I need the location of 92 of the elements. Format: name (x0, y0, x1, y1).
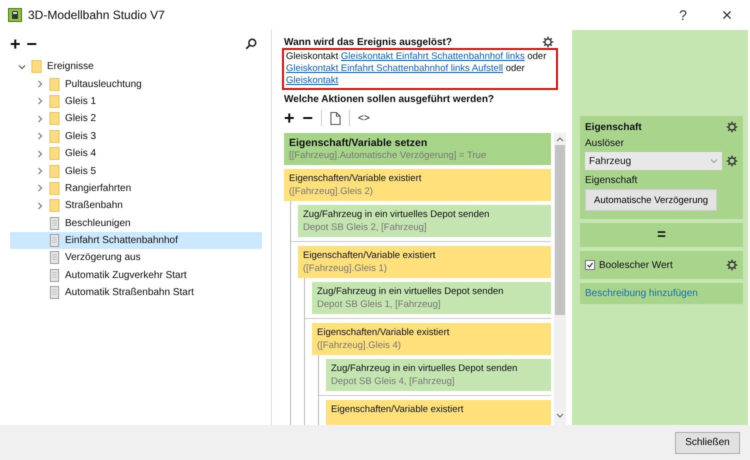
action-title: Eigenschaften/Variable existiert (331, 404, 464, 415)
tree-item[interactable]: Ereignisse (10, 58, 262, 76)
scroll-down-icon[interactable] (556, 413, 564, 419)
action-detail: Depot SB Gleis 1, [Fahrzeug] (317, 299, 442, 310)
action-detail: Depot SB Gleis 2, [Fahrzeug] (303, 222, 428, 233)
set-variable-action[interactable]: Eigenschaft/Variable setzen [[Fahrzeug].Automatische Verzögerung] = True (284, 133, 551, 165)
document-icon (49, 216, 60, 230)
property-label: Eigenschaft (585, 175, 638, 186)
add-button[interactable]: + (10, 35, 21, 53)
send-to-depot-action[interactable]: Zug/Fahrzeug in ein virtuelles Depot senden Depot SB Gleis 2, [Fahrzeug] (298, 205, 551, 237)
tree-item[interactable]: Gleis 1 (10, 92, 262, 110)
chevron-icon[interactable] (36, 114, 44, 123)
action-title: Eigenschaft/Variable setzen (289, 137, 428, 149)
folder-icon (49, 164, 60, 178)
contact-link[interactable]: Gleiskontakt Einfahrt Schattenbahnhof links Aufstell (286, 63, 504, 74)
action-title: Eigenschaften/Variable existiert (303, 250, 436, 261)
action-detail: Depot SB Gleis 4, [Fahrzeug] (331, 376, 456, 387)
document-icon (49, 234, 60, 248)
close-button[interactable]: Schließen (675, 432, 740, 454)
condition-action[interactable]: Eigenschaften/Variable existiert ([Fahrzeug].Gleis 4) (312, 323, 551, 355)
chevron-icon[interactable] (36, 97, 44, 106)
folder-icon (49, 199, 60, 212)
close-button[interactable]: × (708, 4, 746, 26)
action-title: Eigenschaften/Variable existiert (317, 327, 450, 338)
scroll-up-icon[interactable] (556, 136, 564, 142)
condition-action[interactable]: Eigenschaften/Variable existiert ([Fahrzeug].Gleis 1) (298, 246, 551, 278)
property-heading: Eigenschaft (585, 122, 642, 132)
chevron-icon[interactable] (18, 62, 26, 71)
code-button[interactable]: <> (358, 112, 370, 124)
operator: = (580, 223, 743, 247)
settings-icon[interactable] (726, 259, 738, 271)
folder-icon (31, 60, 42, 74)
tree-item[interactable]: Straßenbahn (10, 197, 262, 215)
property-button[interactable]: Automatische Verzögerung (585, 189, 718, 211)
settings-icon[interactable] (542, 36, 554, 48)
contact-link[interactable]: Gleiskontakt Einfahrt Schattenbahnhof links (340, 51, 525, 62)
scrollbar[interactable] (554, 133, 566, 425)
chevron-icon[interactable] (36, 202, 44, 210)
action-detail: [[Fahrzeug].Automatische Verzögerung] = True (289, 150, 488, 161)
condition-action[interactable]: Eigenschaften/Variable existiert ([Fahrzeug].Gleis 2) (284, 169, 551, 201)
folder-icon (49, 112, 60, 126)
tree-item[interactable]: Gleis 5 (10, 162, 262, 180)
document-icon (49, 251, 60, 264)
action-detail: ([Fahrzeug].Gleis 2) (289, 186, 374, 197)
document-icon[interactable] (330, 112, 342, 124)
send-to-depot-action[interactable]: Zug/Fahrzeug in ein virtuelles Depot senden Depot SB Gleis 4, [Fahrzeug] (326, 359, 551, 391)
action-detail: ([Fahrzeug].Gleis 4) (317, 340, 402, 351)
chevron-icon[interactable] (36, 80, 44, 88)
folder-icon (49, 94, 60, 108)
tree-item[interactable]: Automatik Straßenbahn Start (10, 284, 262, 302)
folder-icon (49, 182, 60, 195)
folder-icon (49, 78, 60, 91)
send-to-depot-action[interactable]: Zug/Fahrzeug in ein virtuelles Depot senden Depot SB Gleis 1, [Fahrzeug] (312, 282, 551, 314)
trigger-description: Gleiskontakt Gleiskontakt Einfahrt Schattenbahnhof links oder Gleiskontakt Einfahrt Schattenbahnhof links Aufstell oder Gleiskontakt (282, 48, 558, 90)
folder-icon (49, 147, 60, 160)
document-icon (49, 268, 60, 282)
actions-heading: Welche Aktionen sollen ausgeführt werden? (284, 94, 496, 105)
action-title: Eigenschaften/Variable existiert (289, 173, 422, 184)
folder-icon (49, 130, 60, 143)
remove-button[interactable]: − (26, 35, 38, 53)
trigger-label: Auslöser (585, 138, 625, 149)
action-title: Zug/Fahrzeug in ein virtuelles Depot senden (303, 209, 490, 220)
trigger-heading: Wann wird das Ereignis ausgelöst? (284, 36, 452, 48)
search-icon[interactable] (245, 38, 257, 50)
condition-action[interactable]: Eigenschaften/Variable existiert (326, 400, 551, 425)
tree-item[interactable]: Rangierfahrten (10, 180, 262, 198)
remove-action-button[interactable]: − (302, 109, 314, 127)
action-detail: ([Fahrzeug].Gleis 1) (303, 263, 388, 274)
tree-item[interactable]: Pultausleuchtung (10, 75, 262, 93)
add-action-button[interactable]: + (284, 109, 295, 127)
window-title: 3D-Modellbahn Studio V7 (28, 8, 166, 22)
tree-item[interactable]: Beschleunigen (10, 214, 262, 232)
tree-item[interactable]: Einfahrt Schattenbahnhof (10, 232, 262, 250)
action-title: Zug/Fahrzeug in ein virtuelles Depot senden (317, 286, 504, 297)
tree-item[interactable]: Automatik Zugverkehr Start (10, 266, 262, 284)
chevron-icon[interactable] (36, 167, 44, 176)
chevron-icon[interactable] (36, 132, 44, 140)
tree-item[interactable]: Gleis 4 (10, 144, 262, 162)
chevron-icon[interactable] (36, 184, 44, 192)
checkbox-label: Boolescher Wert (599, 260, 673, 270)
tree-item[interactable]: Verzögerung aus (10, 249, 262, 267)
document-icon (49, 286, 60, 300)
chevron-icon[interactable] (36, 150, 44, 158)
tree-item[interactable]: Gleis 3 (10, 128, 262, 145)
help-button[interactable]: ? (664, 7, 702, 23)
settings-icon[interactable] (726, 121, 738, 133)
trigger-dropdown[interactable]: Fahrzeug (585, 152, 722, 170)
action-title: Zug/Fahrzeug in ein virtuelles Depot senden (331, 363, 518, 374)
contact-link[interactable]: Gleiskontakt (286, 75, 338, 86)
tree-item[interactable]: Gleis 2 (10, 110, 262, 128)
settings-icon[interactable] (726, 155, 738, 167)
checkbox[interactable] (585, 260, 595, 270)
